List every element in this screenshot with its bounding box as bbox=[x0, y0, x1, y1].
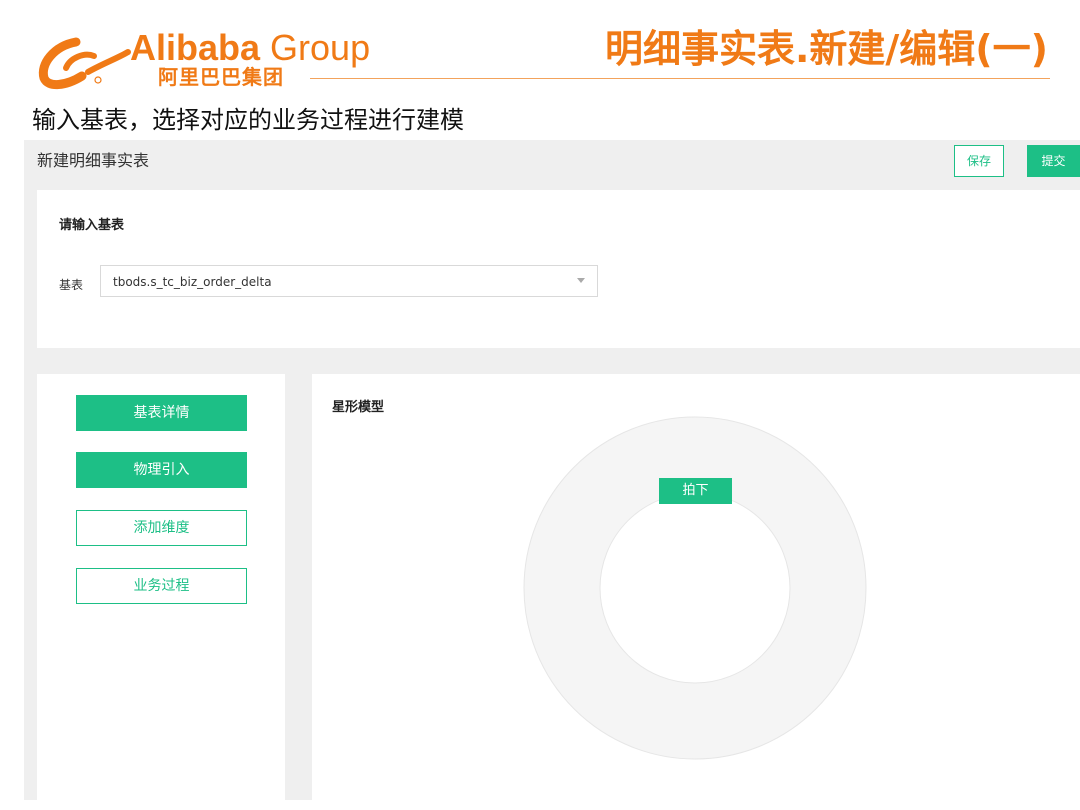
base-table-section-title: 请输入基表 bbox=[59, 218, 125, 233]
action-sidebar: 基表详情 物理引入 添加维度 业务过程 bbox=[37, 374, 285, 800]
physical-import-button[interactable]: 物理引入 bbox=[76, 452, 247, 488]
base-table-select[interactable]: tbods.s_tc_biz_order_delta bbox=[100, 265, 598, 297]
header-divider bbox=[310, 78, 1050, 79]
alibaba-logo-icon bbox=[38, 37, 131, 89]
add-dimension-button[interactable]: 添加维度 bbox=[76, 510, 247, 546]
brand-name-cn: 阿里巴巴集团 bbox=[158, 65, 284, 89]
business-process-button[interactable]: 业务过程 bbox=[76, 568, 247, 604]
fact-node-tag[interactable]: 拍下 bbox=[659, 478, 732, 504]
page-title: 新建明细事实表 bbox=[37, 151, 150, 170]
chevron-down-icon bbox=[577, 278, 585, 283]
star-model-panel: 星形模型 拍下 bbox=[312, 374, 1080, 800]
star-model-ring bbox=[523, 416, 867, 760]
base-table-details-button[interactable]: 基表详情 bbox=[76, 395, 247, 431]
star-model-title: 星形模型 bbox=[332, 400, 385, 415]
base-table-label: 基表 bbox=[59, 278, 84, 292]
base-table-panel: 请输入基表 基表 tbods.s_tc_biz_order_delta bbox=[37, 190, 1080, 348]
base-table-select-value: tbods.s_tc_biz_order_delta bbox=[113, 275, 272, 289]
slide-subtitle: 输入基表，选择对应的业务过程进行建模 bbox=[32, 106, 464, 134]
save-button[interactable]: 保存 bbox=[954, 145, 1004, 177]
slide-title: 明细事实表.新建/编辑(一) bbox=[604, 27, 1048, 71]
submit-button[interactable]: 提交 bbox=[1027, 145, 1080, 177]
fact-table-editor: 新建明细事实表 保存 提交 请输入基表 基表 tbods.s_tc_biz_or… bbox=[24, 140, 1080, 800]
